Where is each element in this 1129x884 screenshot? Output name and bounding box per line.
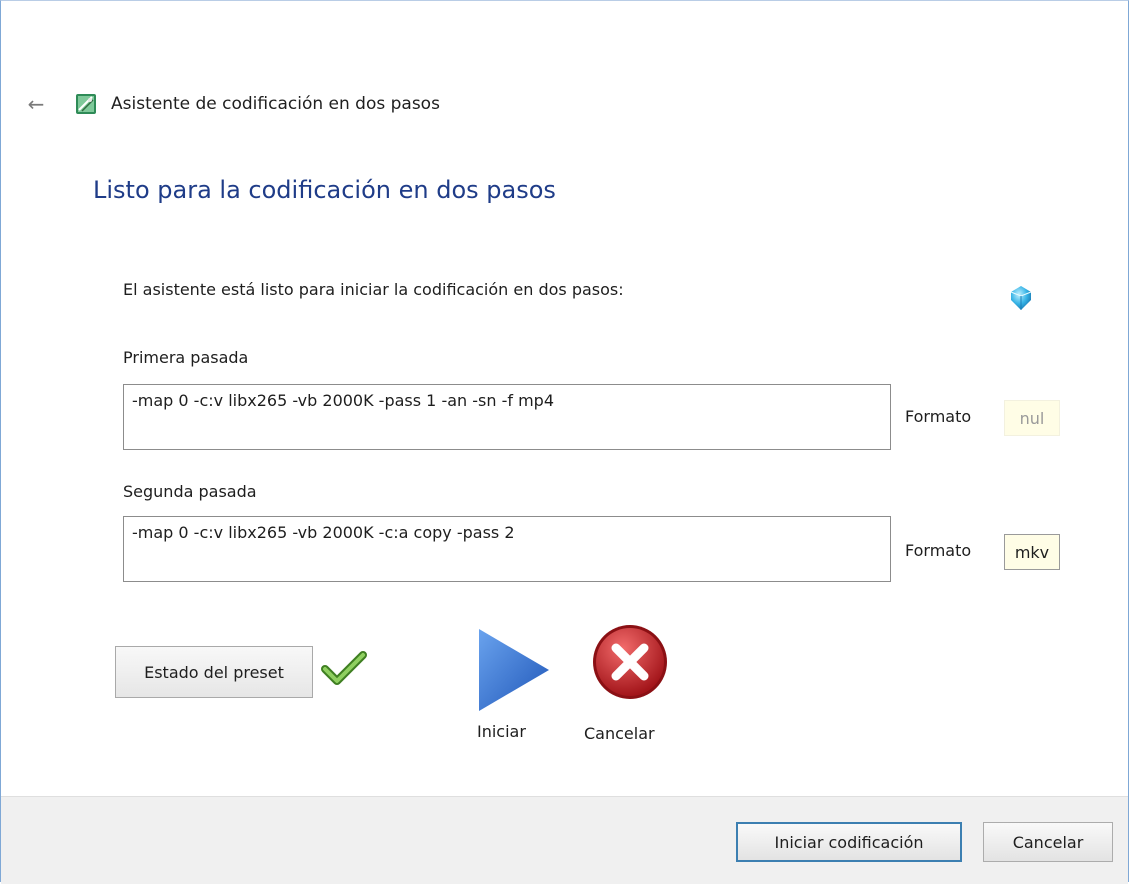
intro-text: El asistente está listo para iniciar la … xyxy=(123,280,624,299)
start-encoding-button[interactable]: Iniciar codificación xyxy=(736,822,962,862)
second-pass-format-label: Formato xyxy=(905,541,972,560)
second-pass-format-field[interactable]: mkv xyxy=(1004,534,1060,570)
second-pass-command-field[interactable]: -map 0 -c:v libx265 -vb 2000K -c:a copy … xyxy=(123,516,891,582)
first-pass-command-field[interactable]: -map 0 -c:v libx265 -vb 2000K -pass 1 -a… xyxy=(123,384,891,450)
first-pass-format-field: nul xyxy=(1004,400,1060,436)
title-bar: ← Asistente de codificación en dos pasos xyxy=(23,87,440,121)
first-pass-label: Primera pasada xyxy=(123,348,249,367)
info-gem-icon xyxy=(1010,286,1032,310)
first-pass-format-label: Formato xyxy=(905,407,972,426)
preset-status-button[interactable]: Estado del preset xyxy=(115,646,313,698)
back-arrow-icon[interactable]: ← xyxy=(23,91,49,117)
wizard-app-icon xyxy=(76,94,96,114)
second-pass-label: Segunda pasada xyxy=(123,482,257,501)
page-heading: Listo para la codificación en dos pasos xyxy=(93,176,556,204)
footer-cancel-button[interactable]: Cancelar xyxy=(983,822,1113,862)
window-title: Asistente de codificación en dos pasos xyxy=(111,94,440,114)
play-icon[interactable] xyxy=(475,627,551,713)
wizard-footer: Iniciar codificación Cancelar xyxy=(1,796,1128,884)
wizard-window: ← Asistente de codificación en dos pasos… xyxy=(0,0,1129,884)
start-icon-label: Iniciar xyxy=(477,722,526,741)
cancel-icon-label: Cancelar xyxy=(584,724,655,743)
checkmark-icon xyxy=(321,651,367,685)
cancel-icon[interactable] xyxy=(591,623,669,701)
